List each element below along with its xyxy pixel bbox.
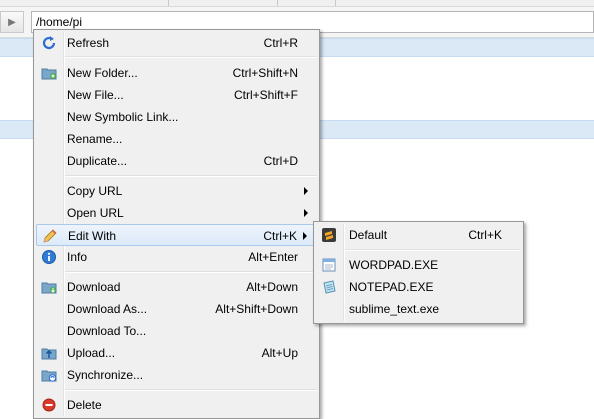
menu-item-label: Info bbox=[67, 250, 88, 264]
menu-item-label: Duplicate... bbox=[67, 154, 128, 168]
menu-item-download-as[interactable]: Download As... Alt+Shift+Down bbox=[36, 298, 317, 320]
menu-item-copy-url[interactable]: Copy URL bbox=[36, 180, 317, 202]
menu-item-shortcut: Ctrl+Shift+F bbox=[233, 88, 298, 102]
submenu-arrow-icon bbox=[304, 187, 308, 195]
delete-icon bbox=[42, 398, 56, 412]
submenu-arrow-icon bbox=[303, 232, 307, 240]
menu-item-edit-with[interactable]: Edit With Ctrl+K bbox=[36, 224, 317, 246]
menu-item-label: Download As... bbox=[67, 302, 148, 316]
menu-item-label: Refresh bbox=[67, 36, 110, 50]
menu-item-shortcut: Alt+Shift+Down bbox=[215, 302, 298, 316]
menu-item-shortcut: Alt+Down bbox=[246, 280, 298, 294]
submenu-arrow-icon bbox=[304, 209, 308, 217]
menu-item-label: Download bbox=[67, 280, 121, 294]
menu-item-new-file[interactable]: New File... Ctrl+Shift+F bbox=[36, 84, 317, 106]
download-folder-icon bbox=[41, 282, 57, 294]
menu-item-label: WORDPAD.EXE bbox=[349, 258, 439, 272]
upload-folder-icon bbox=[41, 348, 57, 360]
menu-item-label: Open URL bbox=[67, 206, 124, 220]
menu-item-label: sublime_text.exe bbox=[349, 302, 440, 316]
menu-item-shortcut: Ctrl+K bbox=[263, 229, 297, 243]
menu-item-label: Upload... bbox=[67, 346, 116, 360]
navigate-button[interactable]: ▶ bbox=[0, 11, 24, 33]
menu-item-shortcut: Ctrl+R bbox=[263, 36, 298, 50]
menu-item-duplicate[interactable]: Duplicate... Ctrl+D bbox=[36, 150, 317, 172]
menu-item-label: New File... bbox=[67, 88, 124, 102]
menu-item-shortcut: Ctrl+K bbox=[468, 228, 502, 242]
menu-item-shortcut: Ctrl+D bbox=[263, 154, 298, 168]
submenu-item-sublime-text[interactable]: sublime_text.exe bbox=[316, 298, 521, 320]
menu-item-rename[interactable]: Rename... bbox=[36, 128, 317, 150]
menu-item-shortcut: Alt+Enter bbox=[248, 250, 298, 264]
menu-separator bbox=[65, 56, 317, 58]
column-header-strip bbox=[0, 0, 594, 7]
play-arrow-icon: ▶ bbox=[8, 16, 16, 28]
menu-item-download[interactable]: Download Alt+Down bbox=[36, 276, 317, 298]
submenu-item-notepad[interactable]: NOTEPAD.EXE bbox=[316, 276, 521, 298]
menu-item-label: Default bbox=[349, 228, 388, 242]
menu-item-label: New Symbolic Link... bbox=[67, 110, 179, 124]
menu-item-open-url[interactable]: Open URL bbox=[36, 202, 317, 224]
menu-separator bbox=[345, 249, 521, 251]
notepad-icon bbox=[323, 280, 336, 294]
menu-item-label: Rename... bbox=[67, 132, 123, 146]
menu-item-synchronize[interactable]: Synchronize... bbox=[36, 364, 317, 386]
edit-with-submenu: Default Ctrl+K WORDPAD.EXE NOTEPAD.EXE s… bbox=[313, 221, 524, 324]
menu-item-label: New Folder... bbox=[67, 66, 138, 80]
column-divider[interactable] bbox=[168, 0, 169, 6]
menu-item-upload[interactable]: Upload... Alt+Up bbox=[36, 342, 317, 364]
refresh-icon bbox=[42, 36, 56, 50]
context-menu: Refresh Ctrl+R New Folder... Ctrl+Shift+… bbox=[33, 29, 320, 419]
menu-separator bbox=[65, 271, 317, 273]
submenu-item-default[interactable]: Default Ctrl+K bbox=[316, 224, 521, 246]
menu-item-refresh[interactable]: Refresh Ctrl+R bbox=[36, 32, 317, 54]
column-divider[interactable] bbox=[277, 0, 278, 6]
menu-item-shortcut: Ctrl+Shift+N bbox=[232, 66, 298, 80]
menu-item-label: Download To... bbox=[67, 324, 147, 338]
menu-item-info[interactable]: Info Alt+Enter bbox=[36, 246, 317, 268]
menu-item-new-folder[interactable]: New Folder... Ctrl+Shift+N bbox=[36, 62, 317, 84]
menu-item-new-symbolic-link[interactable]: New Symbolic Link... bbox=[36, 106, 317, 128]
menu-separator bbox=[65, 175, 317, 177]
menu-item-label: Synchronize... bbox=[67, 368, 144, 382]
menu-item-label: NOTEPAD.EXE bbox=[349, 280, 434, 294]
menu-item-label: Edit With bbox=[68, 229, 117, 243]
pencil-icon bbox=[43, 229, 57, 243]
menu-item-delete[interactable]: Delete bbox=[36, 394, 317, 416]
submenu-item-wordpad[interactable]: WORDPAD.EXE bbox=[316, 254, 521, 276]
wordpad-icon bbox=[322, 258, 336, 272]
menu-item-download-to[interactable]: Download To... bbox=[36, 320, 317, 342]
new-folder-icon bbox=[41, 68, 57, 80]
synchronize-icon bbox=[41, 370, 57, 382]
info-icon bbox=[42, 250, 56, 264]
default-editor-icon bbox=[322, 228, 336, 242]
address-path: /home/pi bbox=[36, 15, 83, 29]
column-divider[interactable] bbox=[335, 0, 336, 6]
menu-item-label: Copy URL bbox=[67, 184, 123, 198]
menu-separator bbox=[65, 389, 317, 391]
menu-item-label: Delete bbox=[67, 398, 102, 412]
menu-item-shortcut: Alt+Up bbox=[261, 346, 298, 360]
